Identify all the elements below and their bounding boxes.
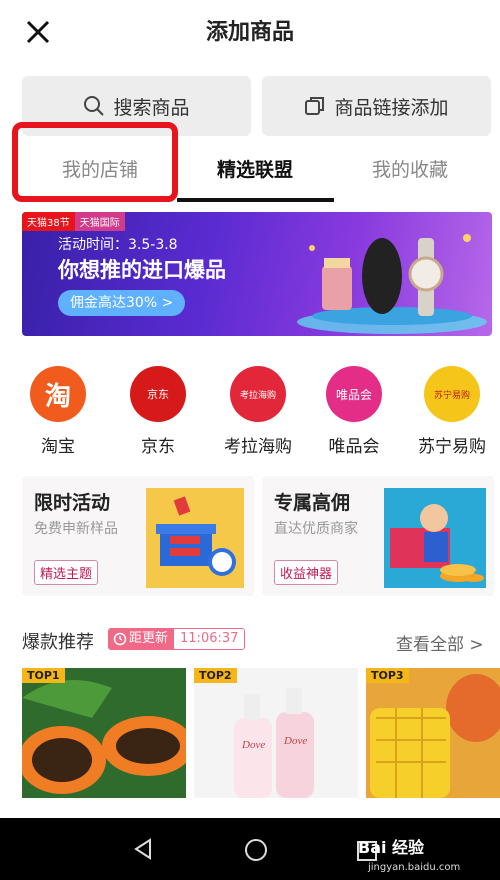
hot-section-title: 爆款推荐 — [22, 632, 94, 653]
update-timer: 距更新 11:06:37 — [108, 628, 246, 650]
kaola-icon: 考拉海购 — [230, 366, 286, 422]
timer-label: 距更新 — [129, 631, 169, 646]
banner-date: 活动时间：3.5-3.8 — [58, 237, 178, 253]
banner-tag-38: 天猫38节 — [22, 212, 75, 231]
card-subtitle: 免费申新样品 — [34, 521, 118, 537]
jd-icon: 京东 — [130, 366, 186, 422]
banner-cta-button[interactable]: 佣金高达30% > — [58, 290, 186, 316]
banner-product-image — [297, 234, 487, 334]
tab-my-favorites[interactable]: 我的收藏 — [340, 155, 480, 191]
product-card[interactable]: Dove Dove TOP2 — [194, 668, 358, 798]
back-icon[interactable] — [132, 838, 154, 860]
watermark-url: jingyan.baidu.com — [368, 862, 461, 873]
vip-icon: 唯品会 — [326, 366, 382, 422]
card-tag: 精选主题 — [34, 560, 99, 585]
papaya-image — [22, 680, 186, 794]
mango-image — [366, 668, 500, 798]
clock-icon — [113, 632, 127, 646]
product-card[interactable]: TOP3 — [366, 668, 500, 798]
banner-tags: 天猫38节 天猫国际 — [22, 212, 125, 231]
platform-jd[interactable]: 京东 京东 — [116, 366, 200, 457]
header: 添加商品 — [0, 0, 500, 66]
taobao-icon: 淘 — [30, 366, 86, 422]
banner-tag-intl: 天猫国际 — [74, 212, 125, 231]
search-label: 搜索商品 — [113, 96, 190, 119]
gift-box-illustration — [146, 488, 244, 588]
platform-label: 京东 — [141, 437, 175, 457]
platform-label: 苏宁易购 — [418, 437, 486, 457]
svg-text:Dove: Dove — [241, 739, 265, 751]
card-title: 专属高佣 — [274, 492, 351, 514]
add-by-link-button[interactable]: 商品链接添加 — [262, 76, 491, 136]
timer-value: 11:06:37 — [174, 629, 245, 649]
see-all-link[interactable]: 查看全部 > — [396, 630, 484, 655]
link-label: 商品链接添加 — [334, 96, 449, 119]
highlight-annotation — [12, 122, 178, 202]
platform-suning[interactable]: 苏宁易购 苏宁易购 — [410, 366, 494, 457]
banner-headline: 你想推的进口爆品 — [58, 258, 226, 282]
rank-badge: TOP1 — [22, 668, 65, 683]
card-subtitle: 直达优质商家 — [274, 521, 358, 537]
search-icon — [84, 96, 105, 116]
suning-icon: 苏宁易购 — [424, 366, 480, 422]
baidu-watermark: Bai 经验 — [358, 838, 425, 857]
card-title: 限时活动 — [34, 492, 111, 514]
copy-link-icon — [305, 97, 325, 115]
timer-label-wrap: 距更新 — [109, 629, 175, 649]
rank-badge: TOP2 — [194, 668, 237, 683]
tab-selected-alliance[interactable]: 精选联盟 — [185, 155, 325, 191]
page-title: 添加商品 — [205, 20, 294, 45]
platform-label: 唯品会 — [328, 437, 380, 457]
platform-label: 考拉海购 — [224, 437, 292, 457]
coins-illustration — [384, 488, 486, 588]
shampoo-image: Dove Dove — [234, 688, 314, 798]
limited-activity-card[interactable]: 限时活动 免费申新样品 精选主题 — [22, 476, 254, 596]
platform-kaola[interactable]: 考拉海购 考拉海购 — [216, 366, 300, 457]
home-icon[interactable] — [244, 838, 268, 862]
product-card[interactable]: TOP1 — [22, 668, 186, 798]
rank-badge: TOP3 — [366, 668, 409, 683]
card-tag: 收益神器 — [274, 560, 339, 585]
platform-taobao[interactable]: 淘 淘宝 — [16, 366, 100, 457]
promo-banner[interactable]: 天猫38节 天猫国际 活动时间：3.5-3.8 你想推的进口爆品 佣金高达30%… — [22, 212, 492, 336]
platform-vip[interactable]: 唯品会 唯品会 — [312, 366, 396, 457]
platform-label: 淘宝 — [41, 437, 75, 457]
active-tab-indicator — [177, 198, 334, 202]
exclusive-commission-card[interactable]: 专属高佣 直达优质商家 收益神器 — [262, 476, 494, 596]
svg-text:Dove: Dove — [283, 735, 307, 747]
